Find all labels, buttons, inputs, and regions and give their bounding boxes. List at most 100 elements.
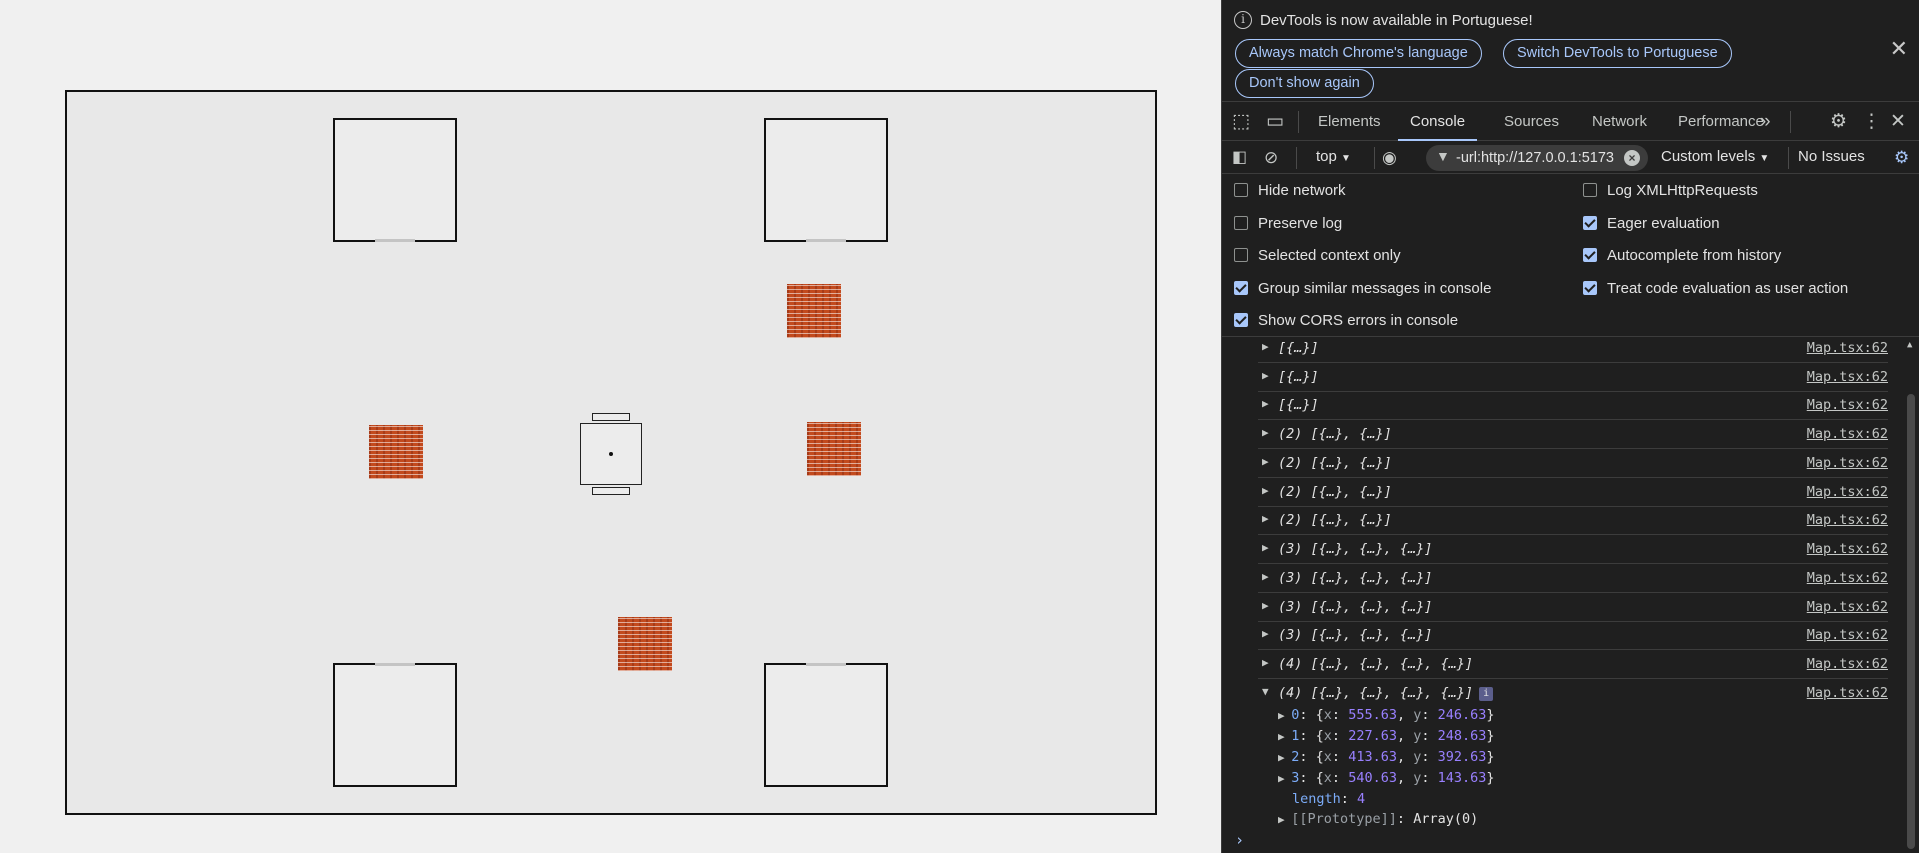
kebab-menu-icon[interactable]: ⋮ <box>1862 103 1881 141</box>
source-link[interactable]: Map.tsx:62 <box>1807 541 1888 557</box>
expand-arrow-icon[interactable]: ▶ <box>1262 656 1269 669</box>
clear-console-icon[interactable]: ⊘ <box>1264 142 1278 174</box>
array-item[interactable]: ▶ 2: {x: 413.63, y: 392.63} <box>1278 747 1495 768</box>
tab-console[interactable]: Console <box>1398 103 1478 141</box>
info-badge[interactable]: i <box>1479 687 1494 701</box>
checkbox[interactable] <box>1234 216 1248 230</box>
checkbox[interactable] <box>1234 281 1248 295</box>
console-row[interactable]: ▶ (2) [{…}, {…}] Map.tsx:62 <box>1258 449 1888 478</box>
expand-arrow-icon[interactable]: ▶ <box>1262 599 1269 612</box>
source-link[interactable]: Map.tsx:62 <box>1807 512 1888 528</box>
source-link[interactable]: Map.tsx:62 <box>1807 455 1888 471</box>
console-row[interactable]: ▶ (3) [{…}, {…}, {…}] Map.tsx:62 <box>1258 621 1888 650</box>
checkbox[interactable] <box>1234 313 1248 327</box>
source-link[interactable]: Map.tsx:62 <box>1807 627 1888 643</box>
collapse-arrow-icon[interactable]: ▼ <box>1262 685 1269 698</box>
checkbox[interactable] <box>1583 281 1597 295</box>
source-link[interactable]: Map.tsx:62 <box>1807 369 1888 385</box>
scroll-up-icon[interactable]: ▲ <box>1907 340 1912 350</box>
checkbox[interactable] <box>1583 248 1597 262</box>
expand-arrow-icon[interactable]: ▶ <box>1262 512 1269 525</box>
setting-selected-context-only[interactable]: Selected context only <box>1234 247 1401 267</box>
tab-elements[interactable]: Elements <box>1306 103 1393 141</box>
console-row[interactable]: ▶ (3) [{…}, {…}, {…}] Map.tsx:62 <box>1258 535 1888 564</box>
switch-to-portuguese-button[interactable]: Switch DevTools to Portuguese <box>1503 39 1732 68</box>
console-row[interactable]: ▶ (2) [{…}, {…}] Map.tsx:62 <box>1258 478 1888 507</box>
checkbox[interactable] <box>1234 183 1248 197</box>
console-row[interactable]: ▶ (3) [{…}, {…}, {…}] Map.tsx:62 <box>1258 593 1888 622</box>
expand-arrow-icon[interactable]: ▶ <box>1262 340 1269 353</box>
dont-show-again-button[interactable]: Don't show again <box>1235 69 1374 98</box>
setting-preserve-log[interactable]: Preserve log <box>1234 215 1342 235</box>
console-row[interactable]: ▶ [{…}] Map.tsx:62 <box>1258 363 1888 392</box>
close-devtools-icon[interactable]: ✕ <box>1890 103 1906 141</box>
door <box>806 239 846 242</box>
console-filter[interactable]: ▼ × <box>1426 145 1648 171</box>
source-link[interactable]: Map.tsx:62 <box>1807 599 1888 615</box>
source-link[interactable]: Map.tsx:62 <box>1807 426 1888 442</box>
console-row[interactable]: ▶ [{…}] Map.tsx:62 <box>1258 334 1888 363</box>
eye-icon[interactable]: ◉ <box>1382 142 1397 174</box>
room-bottom-left <box>333 663 457 787</box>
source-link[interactable]: Map.tsx:62 <box>1807 656 1888 672</box>
checkbox[interactable] <box>1583 216 1597 230</box>
expand-arrow-icon[interactable]: ▶ <box>1262 455 1269 468</box>
array-item[interactable]: ▶ 0: {x: 555.63, y: 246.63} <box>1278 705 1495 726</box>
expand-arrow-icon[interactable]: ▶ <box>1262 484 1269 497</box>
sidebar-toggle-icon[interactable]: ◧ <box>1232 142 1247 174</box>
setting-eager-evaluation[interactable]: Eager evaluation <box>1583 215 1720 235</box>
more-tabs-icon[interactable]: » <box>1760 103 1771 141</box>
expand-arrow-icon[interactable]: ▶ <box>1278 813 1291 826</box>
expand-arrow-icon[interactable]: ▶ <box>1262 369 1269 382</box>
issues-counter[interactable]: No Issues <box>1798 148 1865 165</box>
close-icon[interactable]: ✕ <box>1890 38 1908 60</box>
scrollbar-thumb[interactable] <box>1907 394 1915 849</box>
filter-input[interactable] <box>1456 145 1618 171</box>
source-link[interactable]: Map.tsx:62 <box>1807 484 1888 500</box>
console-row[interactable]: ▶ (4) [{…}, {…}, {…}, {…}] Map.tsx:62 <box>1258 650 1888 679</box>
console-row[interactable]: ▶ (3) [{…}, {…}, {…}] Map.tsx:62 <box>1258 564 1888 593</box>
gear-icon[interactable]: ⚙ <box>1830 103 1847 141</box>
setting-group-similar[interactable]: Group similar messages in console <box>1234 280 1491 300</box>
checkbox[interactable] <box>1234 248 1248 262</box>
setting-show-cors[interactable]: Show CORS errors in console <box>1234 312 1458 332</box>
expand-arrow-icon[interactable]: ▶ <box>1262 426 1269 439</box>
expand-arrow-icon[interactable]: ▶ <box>1262 541 1269 554</box>
expand-arrow-icon[interactable]: ▶ <box>1278 772 1291 785</box>
expand-arrow-icon[interactable]: ▶ <box>1262 397 1269 410</box>
player-tread-top <box>592 413 630 421</box>
array-item[interactable]: ▶ 3: {x: 540.63, y: 143.63} <box>1278 768 1495 789</box>
expand-arrow-icon[interactable]: ▶ <box>1278 730 1291 743</box>
source-link[interactable]: Map.tsx:62 <box>1807 570 1888 586</box>
console-row[interactable]: ▶ (2) [{…}, {…}] Map.tsx:62 <box>1258 506 1888 535</box>
array-children: ▶ 0: {x: 555.63, y: 246.63} ▶ 1: {x: 227… <box>1278 705 1495 830</box>
context-selector[interactable]: top ▼ <box>1316 148 1351 165</box>
console-row[interactable]: ▶ (2) [{…}, {…}] Map.tsx:62 <box>1258 420 1888 449</box>
expand-arrow-icon[interactable]: ▶ <box>1278 751 1291 764</box>
clear-filter-icon[interactable]: × <box>1624 150 1640 166</box>
device-toolbar-icon[interactable]: ▭ <box>1266 103 1284 141</box>
source-link[interactable]: Map.tsx:62 <box>1807 685 1888 701</box>
console-row[interactable]: ▶ [{…}] Map.tsx:62 <box>1258 391 1888 420</box>
tab-sources[interactable]: Sources <box>1492 103 1571 141</box>
array-prototype[interactable]: ▶ [[Prototype]]: Array(0) <box>1278 809 1495 830</box>
tab-network[interactable]: Network <box>1580 103 1659 141</box>
array-item[interactable]: ▶ 1: {x: 227.63, y: 248.63} <box>1278 726 1495 747</box>
expand-arrow-icon[interactable]: ▶ <box>1262 627 1269 640</box>
setting-log-xhr[interactable]: Log XMLHttpRequests <box>1583 182 1758 202</box>
always-match-language-button[interactable]: Always match Chrome's language <box>1235 39 1482 68</box>
console-row-expanded[interactable]: ▼ (4) [{…}, {…}, {…}, {…}] i Map.tsx:62 ▶… <box>1258 679 1888 831</box>
source-link[interactable]: Map.tsx:62 <box>1807 340 1888 356</box>
setting-hide-network[interactable]: Hide network <box>1234 182 1346 202</box>
log-levels-dropdown[interactable]: Custom levels ▼ <box>1661 148 1769 165</box>
console-settings-icon[interactable]: ⚙ <box>1894 142 1909 174</box>
inspect-element-icon[interactable]: ⬚ <box>1232 103 1250 141</box>
console-scrollbar[interactable]: ▲ <box>1906 340 1916 853</box>
expand-arrow-icon[interactable]: ▶ <box>1262 570 1269 583</box>
expand-arrow-icon[interactable]: ▶ <box>1278 709 1291 722</box>
setting-treat-code-eval[interactable]: Treat code evaluation as user action <box>1583 280 1848 300</box>
checkbox[interactable] <box>1583 183 1597 197</box>
setting-autocomplete-history[interactable]: Autocomplete from history <box>1583 247 1781 267</box>
console-prompt[interactable]: › <box>1235 831 1244 849</box>
source-link[interactable]: Map.tsx:62 <box>1807 397 1888 413</box>
